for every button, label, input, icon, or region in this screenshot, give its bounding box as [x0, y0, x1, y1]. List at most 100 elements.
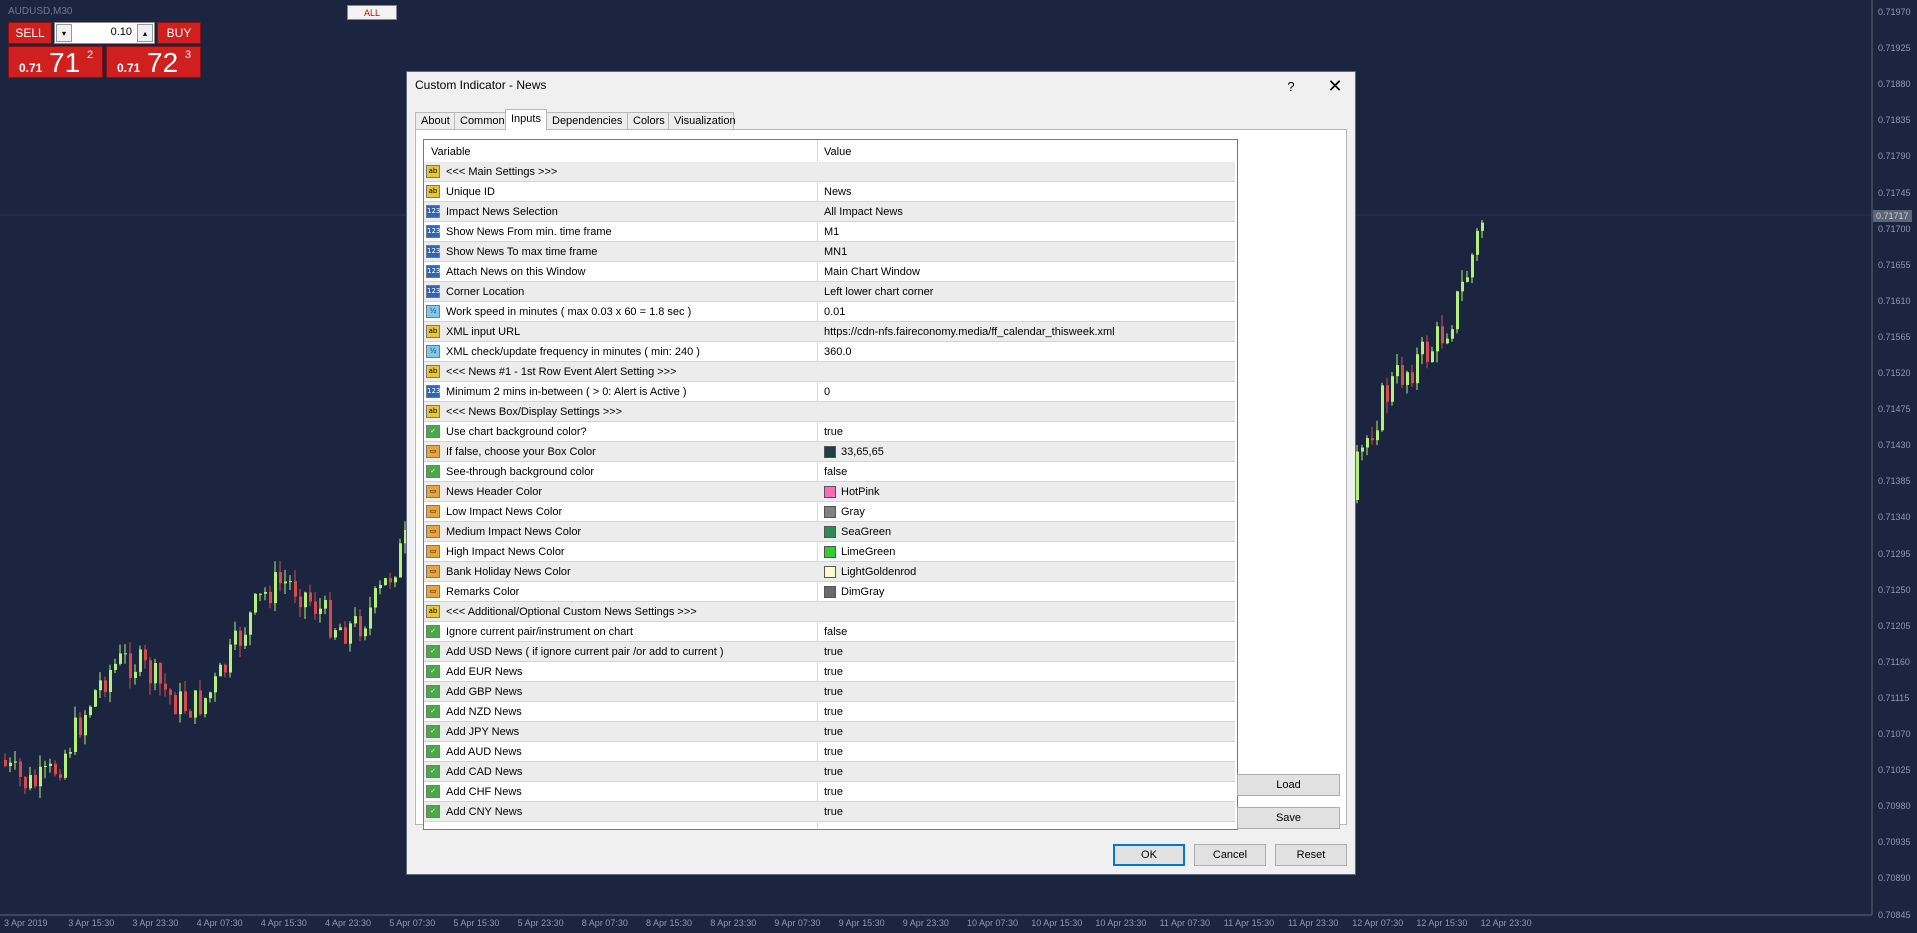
- table-row[interactable]: ▭ Bank Holiday News Color LightGoldenrod: [424, 562, 1235, 582]
- table-row[interactable]: ab Unique ID News: [424, 182, 1235, 202]
- lot-size-input[interactable]: ▾ 0.10 ▴: [54, 22, 155, 44]
- tab-common[interactable]: Common: [454, 112, 506, 129]
- custom-indicator-dialog: Custom Indicator - News ? ✕ About Common I…: [406, 71, 1356, 875]
- table-row[interactable]: ▭ Low Impact News Color Gray: [424, 502, 1235, 522]
- variable-value[interactable]: Left lower chart corner: [824, 286, 933, 298]
- table-row[interactable]: ✓ Use chart background color? true: [424, 422, 1235, 442]
- table-row[interactable]: ✓ Add CAD News true: [424, 762, 1235, 782]
- table-row[interactable]: ab <<< News Box/Display Settings >>>: [424, 402, 1235, 422]
- table-row[interactable]: ✓ See-through background color false: [424, 462, 1235, 482]
- tab-dependencies[interactable]: Dependencies: [546, 112, 628, 129]
- table-row[interactable]: ▭ Remarks Color DimGray: [424, 582, 1235, 602]
- color-swatch[interactable]: [824, 486, 836, 498]
- load-button[interactable]: Load: [1237, 774, 1340, 796]
- variable-value[interactable]: true: [824, 706, 843, 718]
- variable-value[interactable]: true: [824, 686, 843, 698]
- column-header-value[interactable]: Value: [824, 146, 851, 158]
- variable-name: Medium Impact News Color: [446, 526, 582, 538]
- color-swatch[interactable]: [824, 446, 836, 458]
- table-row[interactable]: ✓ Add CNY News true: [424, 802, 1235, 822]
- table-row[interactable]: ✓ Add GBP News true: [424, 682, 1235, 702]
- table-row[interactable]: ▭ News Header Color HotPink: [424, 482, 1235, 502]
- tab-about[interactable]: About: [415, 112, 455, 129]
- variable-value[interactable]: 33,65,65: [841, 446, 884, 458]
- table-row[interactable]: ▭ Medium Impact News Color SeaGreen: [424, 522, 1235, 542]
- color-swatch[interactable]: [824, 586, 836, 598]
- buy-quote[interactable]: 0.71 72 3: [106, 46, 201, 78]
- table-row[interactable]: ✓ Add AUD News true: [424, 742, 1235, 762]
- variable-value[interactable]: true: [824, 746, 843, 758]
- variable-value[interactable]: Main Chart Window: [824, 266, 920, 278]
- tab-inputs[interactable]: Inputs: [505, 109, 547, 130]
- table-row[interactable]: ab XML input URL https://cdn-nfs.fairecono…: [424, 322, 1235, 342]
- help-icon[interactable]: ?: [1281, 76, 1301, 96]
- variable-value[interactable]: MN1: [824, 246, 847, 258]
- cancel-button[interactable]: Cancel: [1194, 844, 1266, 866]
- variable-value[interactable]: true: [824, 666, 843, 678]
- inputs-table[interactable]: Variable Value ab <<< Main Settings >>> ab…: [423, 139, 1238, 830]
- tab-colors[interactable]: Colors: [627, 112, 669, 129]
- variable-value[interactable]: true: [824, 806, 843, 818]
- table-row[interactable]: ✓ Add CHF News true: [424, 782, 1235, 802]
- table-row[interactable]: ✓ Add EUR News true: [424, 662, 1235, 682]
- ok-button[interactable]: OK: [1113, 844, 1185, 866]
- color-swatch[interactable]: [824, 566, 836, 578]
- time-tick-label: 12 Apr 07:30: [1352, 918, 1404, 928]
- variable-value[interactable]: true: [824, 646, 843, 658]
- column-header-variable[interactable]: Variable: [431, 146, 471, 158]
- variable-value[interactable]: Gray: [841, 506, 865, 518]
- table-row[interactable]: ab <<< News #1 - 1st Row Event Alert Sett…: [424, 362, 1235, 382]
- all-button[interactable]: ALL: [347, 5, 397, 20]
- variable-value[interactable]: false: [824, 626, 847, 638]
- table-row[interactable]: ½ Work speed in minutes ( max 0.03 x 60 =…: [424, 302, 1235, 322]
- table-row[interactable]: 123 Attach News on this Window Main Chart …: [424, 262, 1235, 282]
- variable-value[interactable]: All Impact News: [824, 206, 903, 218]
- candle-body: [1366, 438, 1369, 448]
- variable-value[interactable]: true: [824, 786, 843, 798]
- sell-quote[interactable]: 0.71 71 2: [8, 46, 103, 78]
- sell-button[interactable]: SELL: [8, 22, 52, 44]
- table-row[interactable]: 123 Impact News Selection All Impact News: [424, 202, 1235, 222]
- variable-value[interactable]: News: [824, 186, 852, 198]
- table-row[interactable]: ab <<< Main Settings >>>: [424, 162, 1235, 182]
- table-row[interactable]: ▭ If false, choose your Box Color 33,65,65: [424, 442, 1235, 462]
- variable-value[interactable]: 0: [824, 386, 830, 398]
- lot-increase-icon[interactable]: ▴: [137, 24, 153, 42]
- lot-decrease-icon[interactable]: ▾: [56, 24, 72, 42]
- price-tick-label: 0.71700: [1878, 223, 1911, 234]
- table-row[interactable]: ½ XML check/update frequency in minutes (…: [424, 342, 1235, 362]
- reset-button[interactable]: Reset: [1275, 844, 1347, 866]
- variable-value[interactable]: 360.0: [824, 346, 852, 358]
- color-swatch[interactable]: [824, 526, 836, 538]
- table-row[interactable]: 123 Show News From min. time frame M1: [424, 222, 1235, 242]
- table-row[interactable]: ab <<< Additional/Optional Custom News Se…: [424, 602, 1235, 622]
- table-row[interactable]: ✓ Add NZD News true: [424, 702, 1235, 722]
- variable-value[interactable]: LightGoldenrod: [841, 566, 916, 578]
- sell-quote-pips: 71: [49, 47, 81, 78]
- tab-visualization[interactable]: Visualization: [668, 112, 736, 129]
- close-icon[interactable]: ✕: [1321, 74, 1349, 98]
- table-row[interactable]: 123 Minimum 2 mins in-between ( > 0: Aler…: [424, 382, 1235, 402]
- table-row[interactable]: ▭ High Impact News Color LimeGreen: [424, 542, 1235, 562]
- variable-value[interactable]: true: [824, 726, 843, 738]
- variable-value[interactable]: https://cdn-nfs.faireconomy.media/ff_cal…: [824, 326, 1115, 338]
- color-swatch[interactable]: [824, 506, 836, 518]
- table-row[interactable]: ✓ Ignore current pair/instrument on chart…: [424, 622, 1235, 642]
- variable-value[interactable]: false: [824, 466, 847, 478]
- variable-value[interactable]: 0.01: [824, 306, 845, 318]
- variable-value[interactable]: true: [824, 426, 843, 438]
- variable-value[interactable]: M1: [824, 226, 839, 238]
- variable-value[interactable]: LimeGreen: [841, 546, 895, 558]
- variable-value[interactable]: true: [824, 766, 843, 778]
- variable-value[interactable]: SeaGreen: [841, 526, 891, 538]
- variable-value[interactable]: HotPink: [841, 486, 880, 498]
- table-row[interactable]: 123 Corner Location Left lower chart corne…: [424, 282, 1235, 302]
- table-row[interactable]: ✓ Add USD News ( if ignore current pair /…: [424, 642, 1235, 662]
- table-row[interactable]: ✓ Add JPY News true: [424, 722, 1235, 742]
- color-swatch[interactable]: [824, 546, 836, 558]
- candle-body: [284, 581, 287, 584]
- buy-button[interactable]: BUY: [157, 22, 201, 44]
- save-button[interactable]: Save: [1237, 807, 1340, 829]
- table-row[interactable]: 123 Show News To max time frame MN1: [424, 242, 1235, 262]
- variable-value[interactable]: DimGray: [841, 586, 884, 598]
